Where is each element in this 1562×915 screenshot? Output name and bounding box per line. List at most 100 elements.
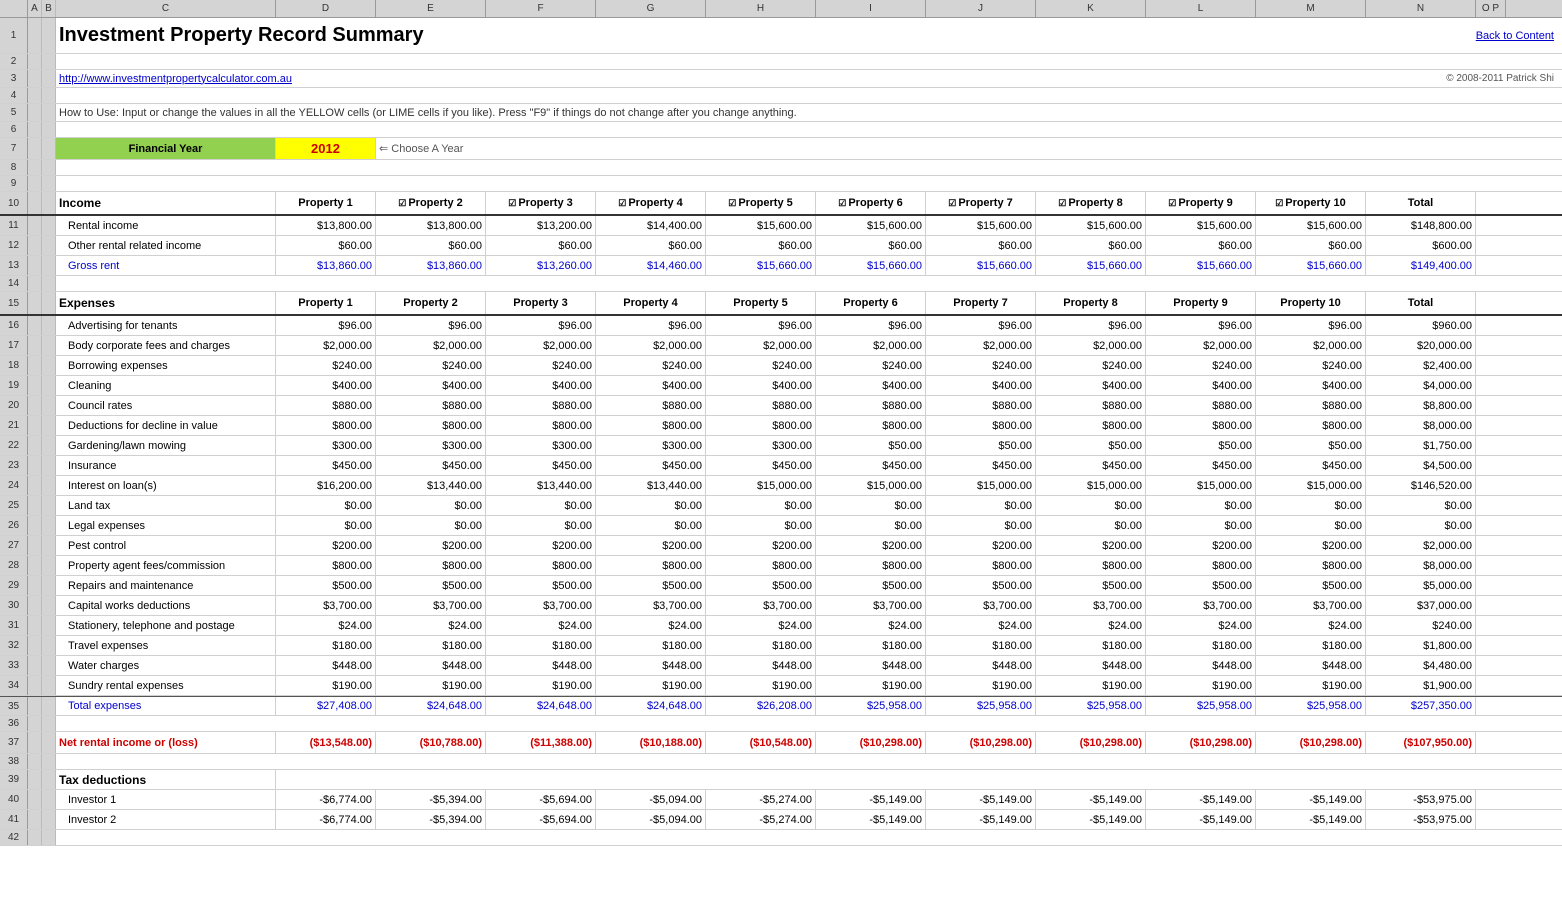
row-2: 2: [0, 54, 1562, 70]
col-e-header: E: [376, 0, 486, 17]
col-c-header: C: [56, 0, 276, 17]
row-37-net-income: 37 Net rental income or (loss) ($13,548.…: [0, 732, 1562, 754]
row-13-gross-rent: 13 Gross rent $13,860.00 $13,860.00 $13,…: [0, 256, 1562, 276]
row-34: 34 Sundry rental expenses $190.00 $190.0…: [0, 676, 1562, 696]
income-prop5-header: ☑ Property 5: [706, 192, 816, 214]
row-4: 4: [0, 88, 1562, 104]
row-17: 17 Body corporate fees and charges $2,00…: [0, 336, 1562, 356]
col-f-header: F: [486, 0, 596, 17]
rental-income-p9: $15,600.00: [1146, 216, 1256, 235]
row-15-expenses-header: 15 Expenses Property 1 Property 2 Proper…: [0, 292, 1562, 316]
rental-income-p2: $13,800.00: [376, 216, 486, 235]
row-num-1: 1: [0, 18, 28, 53]
income-prop9-header: ☑ Property 9: [1146, 192, 1256, 214]
row-22: 22 Gardening/lawn mowing $300.00 $300.00…: [0, 436, 1562, 456]
row-21: 21 Deductions for decline in value $800.…: [0, 416, 1562, 436]
instruction-text: How to Use: Input or change the values i…: [59, 107, 797, 119]
col-i-header: I: [816, 0, 926, 17]
financial-year-label: Financial Year: [56, 138, 276, 159]
row-25: 25 Land tax $0.00 $0.00 $0.00 $0.00 $0.0…: [0, 496, 1562, 516]
row-5: 5 How to Use: Input or change the values…: [0, 104, 1562, 122]
row-16: 16 Advertising for tenants $96.00 $96.00…: [0, 316, 1562, 336]
income-prop8-header: ☑ Property 8: [1036, 192, 1146, 214]
investor1-label: Investor 1: [56, 790, 276, 809]
row-30: 30 Capital works deductions $3,700.00 $3…: [0, 596, 1562, 616]
income-label: Income: [56, 192, 276, 214]
col-h-header: H: [706, 0, 816, 17]
row-6: 6: [0, 122, 1562, 138]
row-42: 42: [0, 830, 1562, 846]
row-12: 12 Other rental related income $60.00 $6…: [0, 236, 1562, 256]
rental-income-total: $148,800.00: [1366, 216, 1476, 235]
choose-year-text: ⇐ Choose A Year: [376, 138, 576, 159]
tax-deductions-label: Tax deductions: [56, 770, 276, 789]
row-9: 9: [0, 176, 1562, 192]
row-10-income-header: 10 Income Property 1 ☑ Property 2 ☑ Prop…: [0, 192, 1562, 216]
row-num-header: [0, 0, 28, 17]
col-l-header: L: [1146, 0, 1256, 17]
income-prop3-header: ☑ Property 3: [486, 192, 596, 214]
spreadsheet-title: Investment Property Record Summary: [56, 18, 756, 53]
col-a-header: A: [28, 0, 42, 17]
col-m-header: M: [1256, 0, 1366, 17]
total-expenses-label: Total expenses: [56, 697, 276, 715]
investor2-label: Investor 2: [56, 810, 276, 829]
row-19: 19 Cleaning $400.00 $400.00 $400.00 $400…: [0, 376, 1562, 396]
row-38: 38: [0, 754, 1562, 770]
row-28: 28 Property agent fees/commission $800.0…: [0, 556, 1562, 576]
rental-income-p7: $15,600.00: [926, 216, 1036, 235]
copyright-text: © 2008-2011 Patrick Shi: [1446, 73, 1554, 84]
row-26: 26 Legal expenses $0.00 $0.00 $0.00 $0.0…: [0, 516, 1562, 536]
income-prop10-header: ☑Property 10: [1256, 192, 1366, 214]
rental-income-p4: $14,400.00: [596, 216, 706, 235]
col-k-header: K: [1036, 0, 1146, 17]
row-32: 32 Travel expenses $180.00 $180.00 $180.…: [0, 636, 1562, 656]
income-prop2-header: ☑ Property 2: [376, 192, 486, 214]
row-3: 3 http://www.investmentpropertycalculato…: [0, 70, 1562, 88]
income-total-header: Total: [1366, 192, 1476, 214]
rental-income-p5: $15,600.00: [706, 216, 816, 235]
website-link[interactable]: http://www.investmentpropertycalculator.…: [59, 73, 292, 85]
rental-income-p1: $13,800.00: [276, 216, 376, 235]
col-d-header: D: [276, 0, 376, 17]
row-35-total-expenses: 35 Total expenses $27,408.00 $24,648.00 …: [0, 696, 1562, 716]
income-prop6-header: ☑ Property 6: [816, 192, 926, 214]
row-11: 11 Rental income $13,800.00 $13,800.00 $…: [0, 216, 1562, 236]
row-7: 7 Financial Year 2012 ⇐ Choose A Year: [0, 138, 1562, 160]
rental-income-p6: $15,600.00: [816, 216, 926, 235]
row-31: 31 Stationery, telephone and postage $24…: [0, 616, 1562, 636]
body-corporate-label: Body corporate fees and charges: [56, 336, 276, 355]
income-prop1-header: Property 1: [276, 192, 376, 214]
row-33: 33 Water charges $448.00 $448.00 $448.00…: [0, 656, 1562, 676]
row-1: 1 Investment Property Record Summary Bac…: [0, 18, 1562, 54]
income-prop4-header: ☑ Property 4: [596, 192, 706, 214]
col-g-header: G: [596, 0, 706, 17]
back-to-content-link[interactable]: Back to Content: [1476, 30, 1554, 42]
row-14: 14: [0, 276, 1562, 292]
row-36: 36: [0, 716, 1562, 732]
column-header-row: A B C D E F G H I J K L M N O P: [0, 0, 1562, 18]
other-income-label: Other rental related income: [56, 236, 276, 255]
row-18: 18 Borrowing expenses $240.00 $240.00 $2…: [0, 356, 1562, 376]
gross-rent-label: Gross rent: [56, 256, 276, 275]
financial-year-value[interactable]: 2012: [276, 138, 376, 159]
rental-income-label: Rental income: [56, 216, 276, 235]
row-20: 20 Council rates $880.00 $880.00 $880.00…: [0, 396, 1562, 416]
row-8: 8: [0, 160, 1562, 176]
net-income-label: Net rental income or (loss): [56, 732, 276, 753]
col-j-header: J: [926, 0, 1036, 17]
row-27: 27 Pest control $200.00 $200.00 $200.00 …: [0, 536, 1562, 556]
income-prop7-header: ☑ Property 7: [926, 192, 1036, 214]
col-n-header: N: [1366, 0, 1476, 17]
col-op-header: O P: [1476, 0, 1506, 17]
row-29: 29 Repairs and maintenance $500.00 $500.…: [0, 576, 1562, 596]
row-39-tax-deductions: 39 Tax deductions: [0, 770, 1562, 790]
row-24: 24 Interest on loan(s) $16,200.00 $13,44…: [0, 476, 1562, 496]
row-23: 23 Insurance $450.00 $450.00 $450.00 $45…: [0, 456, 1562, 476]
rental-income-p10: $15,600.00: [1256, 216, 1366, 235]
rental-income-p3: $13,200.00: [486, 216, 596, 235]
row-40-investor1: 40 Investor 1 -$6,774.00 -$5,394.00 -$5,…: [0, 790, 1562, 810]
rental-income-p8: $15,600.00: [1036, 216, 1146, 235]
expenses-label: Expenses: [56, 292, 276, 314]
col-b-header: B: [42, 0, 56, 17]
